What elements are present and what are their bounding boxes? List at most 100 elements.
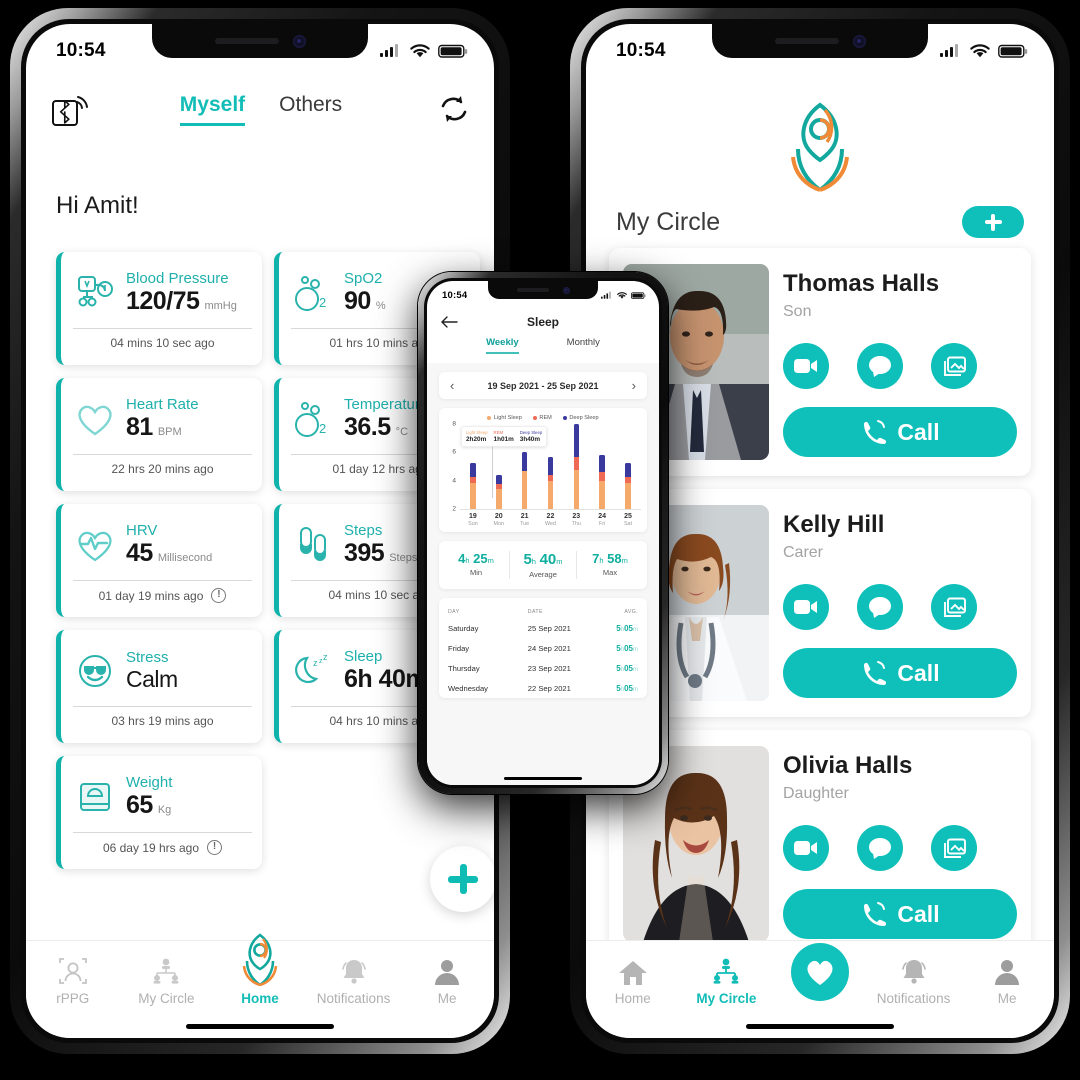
table-row[interactable]: Friday 24 Sep 2021 5h05m [448,638,638,658]
chevron-right-icon[interactable]: › [632,378,636,393]
person-card[interactable]: Olivia Halls Daughter Call [609,730,1031,958]
weight-scale-icon [73,775,117,819]
card-unit: Steps [389,552,418,565]
nav-label: Notifications [876,991,951,1006]
nav-item-notifications[interactable]: Notifications [868,953,960,1006]
video-call-icon[interactable] [783,825,829,871]
nav-item-me[interactable]: Me [401,953,493,1006]
nav-item-my-circle[interactable]: My Circle [680,953,772,1006]
y-tick: 8 [452,420,456,428]
front-camera [292,34,306,48]
health-card-stress[interactable]: Stress Calm 03 hrs 19 mins ago [56,630,262,743]
person-card[interactable]: Kelly Hill Carer Call [609,489,1031,717]
card-unit: % [375,300,386,313]
nav-item-home[interactable]: Home [587,953,679,1006]
greeting-text: Hi Amit! [56,192,139,219]
person-info: Thomas Halls Son Call [783,264,1017,460]
chart-bar[interactable] [596,424,609,509]
bar-segment-light-sleep [470,483,476,509]
bluetooth-share-icon[interactable] [50,89,90,129]
person-relation: Son [783,303,812,320]
health-card-hrv[interactable]: HRV 45 Millisecond 01 day 19 mins ago ! [56,504,262,617]
table-row[interactable]: Wednesday 22 Sep 2021 5h05m [448,678,638,698]
tab-myself[interactable]: Myself [179,93,246,126]
y-tick: 2 [452,505,456,513]
table-row[interactable]: Saturday 25 Sep 2021 5h05m [448,618,638,638]
cellular-signal-icon [380,44,398,57]
chart-bar[interactable] [621,424,634,509]
bell-icon [899,953,929,987]
card-value: 81 [126,413,153,442]
card-title: Steps [344,521,383,539]
call-button[interactable]: Call [783,889,1017,939]
tab-others[interactable]: Others [279,93,342,123]
call-button[interactable]: Call [783,648,1017,698]
x-axis-label: 25 Sat [623,513,633,527]
wifi-icon [410,44,430,58]
health-card-weight[interactable]: Weight 65 Kg 06 day 19 hrs ago ! [56,756,262,869]
refresh-icon[interactable] [438,93,470,125]
add-person-button[interactable] [962,206,1024,238]
left-tab-group: Myself Others [84,93,438,126]
tab-monthly[interactable]: Monthly [567,337,600,354]
card-title: Weight [126,773,173,791]
bar-segment-light-sleep [547,481,554,509]
nav-item-heart[interactable] [774,943,866,1005]
stat-average: 5h 40m Average [510,551,577,579]
gallery-icon[interactable] [931,584,977,630]
cell-day: Saturday [448,623,479,633]
table-row[interactable]: Thursday 23 Sep 2021 5h05m [448,658,638,678]
chart-bar[interactable] [570,424,583,509]
gallery-icon[interactable] [931,343,977,389]
nav-item-home[interactable]: Home [214,933,306,1006]
y-tick: 6 [452,448,456,456]
earpiece-speaker [774,38,839,44]
nav-label: Home [241,991,279,1006]
stat-label: Average [529,570,557,579]
stale-data-warning-icon: ! [211,588,227,603]
chat-icon[interactable] [857,343,903,389]
center-phone-bezel: 10:54 Sleep Weekly Monthly ‹ 19 Sep 2021… [424,278,662,788]
gallery-icon[interactable] [931,825,977,871]
wifi-icon [617,292,627,299]
person-card[interactable]: Thomas Halls Son Call [609,248,1031,476]
x-axis-label: 23 Thu [571,513,581,527]
nav-item-rppg[interactable]: rPPG [27,953,119,1006]
steps-icon [291,523,335,567]
call-button[interactable]: Call [783,407,1017,457]
person-info: Olivia Halls Daughter Call [783,746,1017,942]
bar-segment-light-sleep [496,488,502,509]
tooltip-light-sleep: Light Sleep 2h20m [466,430,488,443]
card-timestamp: 01 hrs 10 mins ago [329,336,432,350]
chat-icon[interactable] [857,584,903,630]
add-measurement-fab[interactable] [430,846,494,912]
video-call-icon[interactable] [783,584,829,630]
cell-avg: 5h05m [616,643,638,653]
svg-text:2: 2 [319,421,326,436]
table-header-row: DAY DATE AVG. [448,605,638,618]
battery-icon [438,44,468,58]
chart-x-axis: 19 Sun 20 Mon 21 Tue 22 Wed 23 Thu 24 Fri 25 Sat [460,510,641,527]
legend-item-deep-sleep: Deep Sleep [562,415,599,421]
svg-text:z: z [323,652,328,662]
front-camera [562,286,570,294]
tab-weekly[interactable]: Weekly [486,337,519,354]
person-relation: Carer [783,544,824,561]
cell-day: Friday [448,643,470,653]
card-value: 395 [344,539,385,568]
chat-icon[interactable] [857,825,903,871]
video-call-icon[interactable] [783,343,829,389]
heart-icon [73,397,117,441]
bar-segment-light-sleep [625,483,631,509]
chevron-left-icon[interactable]: ‹ [450,378,454,393]
health-card-heart-rate[interactable]: Heart Rate 81 BPM 22 hrs 20 mins ago [56,378,262,491]
table-body: Saturday 25 Sep 2021 5h05m Friday 24 Sep 202… [448,618,638,698]
health-card-blood-pressure[interactable]: Blood Pressure 120/75 mmHg 04 mins 10 se… [56,252,262,365]
nav-item-me[interactable]: Me [961,953,1053,1006]
nav-item-notifications[interactable]: Notifications [308,953,400,1006]
legend-item-light-sleep: Light Sleep [487,415,522,421]
week-range-label: 19 Sep 2021 - 25 Sep 2021 [487,380,599,391]
nav-item-my-circle[interactable]: My Circle [120,953,212,1006]
card-value: 65 [126,791,153,820]
card-value: Calm [126,666,178,693]
